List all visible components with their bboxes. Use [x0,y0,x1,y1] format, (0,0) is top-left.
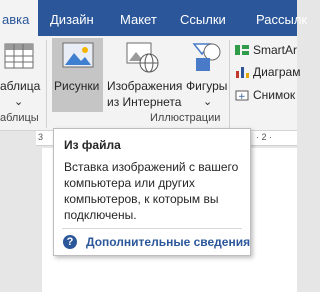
tab-insert[interactable]: авка [0,0,38,36]
svg-text:+: + [238,92,246,102]
tooltip-popup: Из файла Вставка изображений с вашего ко… [53,128,251,256]
screenshot-icon[interactable]: + [234,88,250,102]
ribbon-tab-bar: авка Дизайн Макет Ссылки Рассылк [0,0,307,36]
tooltip-divider [62,228,242,229]
chart-icon[interactable] [234,65,250,79]
tab-mailings[interactable]: Рассылк [256,0,307,36]
tables-group-label: аблицы [0,112,39,124]
group-divider [229,40,230,128]
illustrations-group-label: Иллюстрации [150,112,221,124]
smartart-button-label[interactable]: SmartAr [253,42,297,58]
tooltip-description: Вставка изображений с вашего компьютера … [64,160,239,222]
pictures-button-label: Рисунки [54,79,100,93]
table-dropdown-icon[interactable]: ⌄ [14,94,23,110]
online-pictures-label-line1[interactable]: Изображения [107,78,182,94]
shapes-icon[interactable] [190,40,224,74]
picture-icon [62,42,94,68]
screenshot-button-label[interactable]: Снимок [253,87,295,103]
online-pictures-icon[interactable] [126,42,160,74]
tab-design[interactable]: Дизайн [50,0,94,36]
tab-layout[interactable]: Макет [120,0,157,36]
tooltip-title: Из файла [64,138,121,152]
more-info-link[interactable]: Дополнительные сведения [86,235,250,249]
tab-references[interactable]: Ссылки [180,0,226,36]
table-icon[interactable] [4,43,34,69]
shapes-dropdown-icon[interactable]: ⌄ [203,94,212,110]
smartart-icon[interactable] [234,43,250,57]
chart-button-label[interactable]: Диаграм [253,64,300,80]
shapes-button-label[interactable]: Фигуры [186,78,227,94]
group-divider [46,40,47,128]
table-button-label[interactable]: аблица [0,78,40,94]
help-icon[interactable]: ? [63,235,77,249]
ribbon-panel: аблица ⌄ аблицы Рисунки Изображения из И… [0,36,300,131]
ruler-tick-left: 3 [38,132,44,142]
online-pictures-label-line2[interactable]: из Интернета [107,94,181,110]
ruler-tick-right: · 2 · [256,132,273,142]
